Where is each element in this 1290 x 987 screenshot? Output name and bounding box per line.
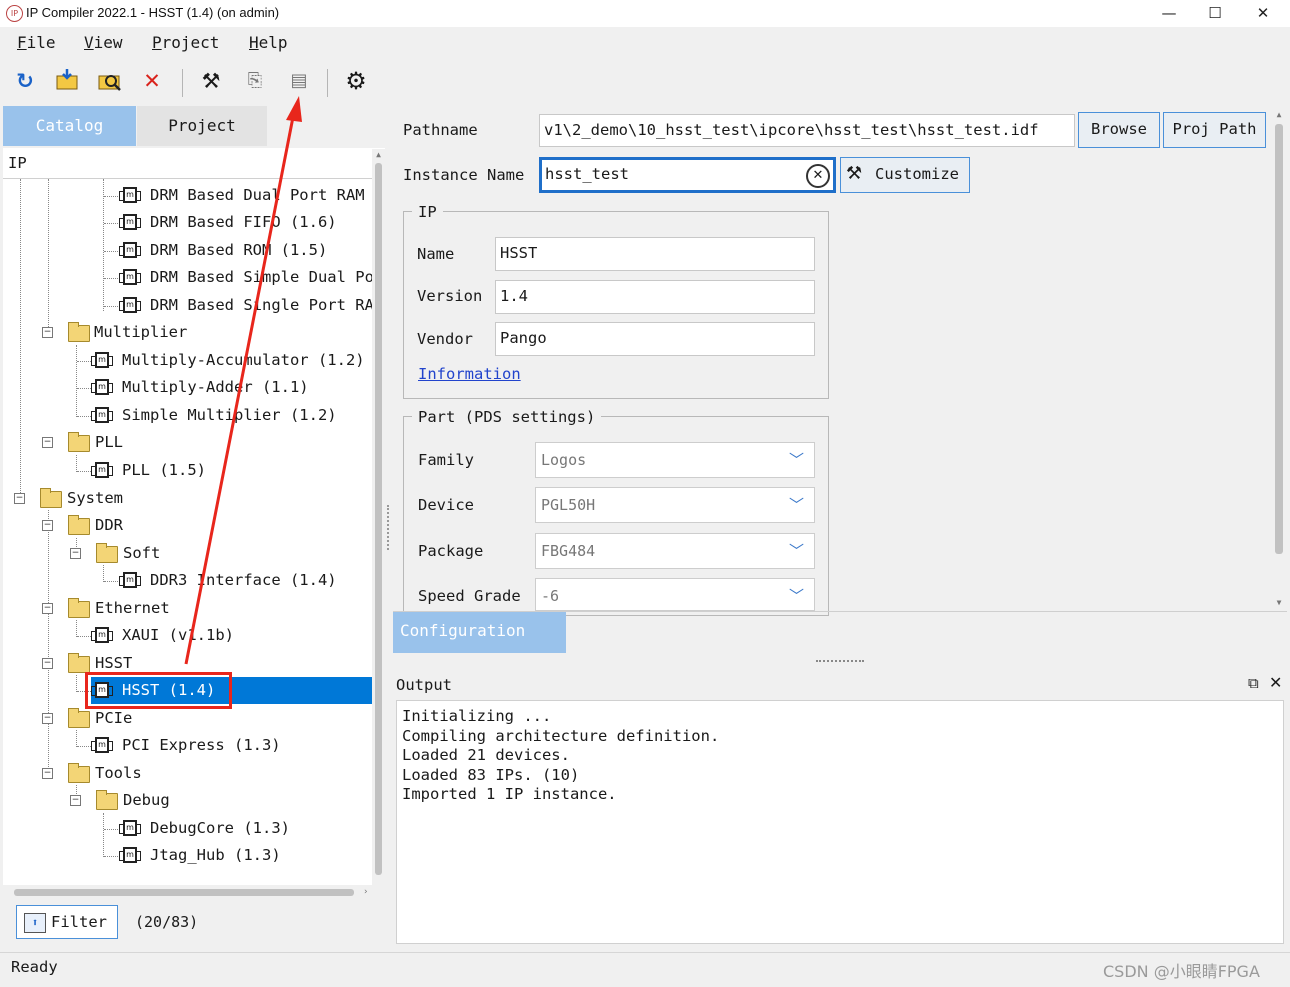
annotation-arrow [184, 96, 302, 665]
